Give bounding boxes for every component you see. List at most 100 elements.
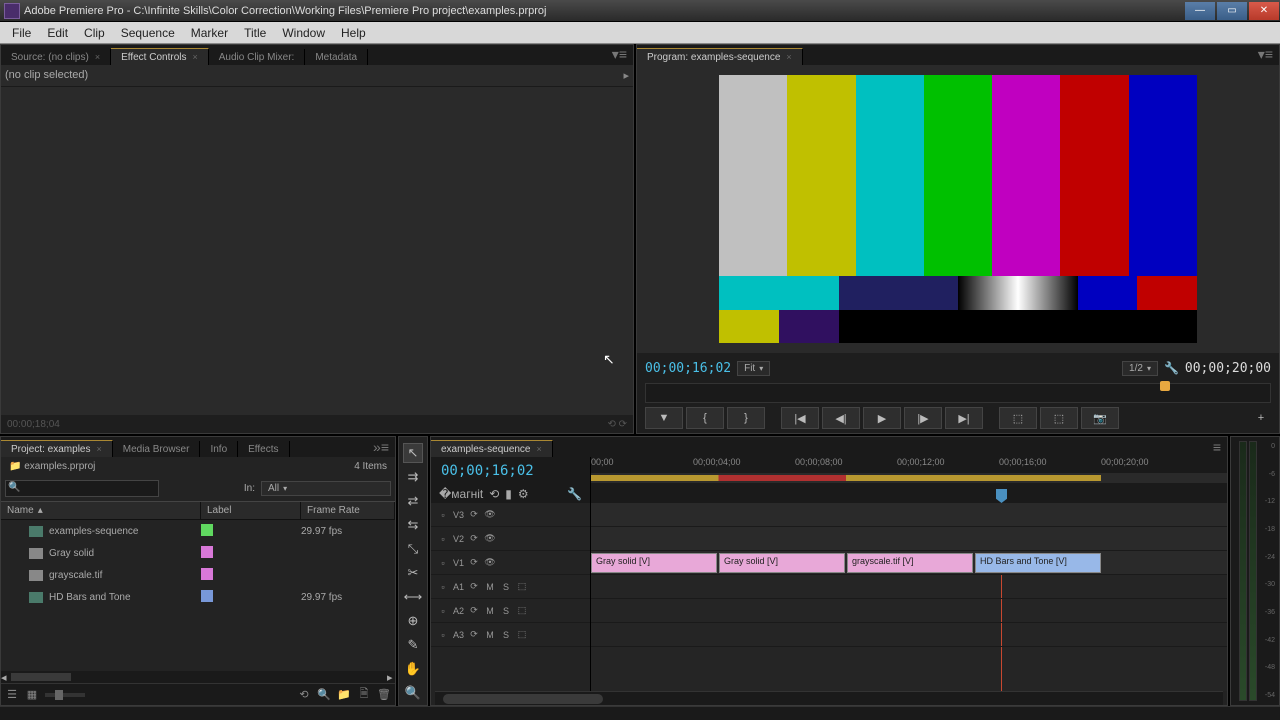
- label-swatch[interactable]: [201, 524, 213, 536]
- export-frame-button[interactable]: 📷: [1081, 407, 1119, 429]
- linked-selection-icon[interactable]: ⟲: [489, 487, 499, 501]
- maximize-button[interactable]: ▭: [1217, 2, 1247, 20]
- voice-over-icon[interactable]: ⬚: [516, 605, 528, 616]
- menu-file[interactable]: File: [4, 23, 39, 43]
- source-patch[interactable]: ▫: [437, 510, 449, 520]
- go-to-out-button[interactable]: ▶|: [945, 407, 983, 429]
- col-label[interactable]: Label: [201, 502, 301, 519]
- toggle-sync-lock[interactable]: ⟳: [468, 533, 480, 544]
- chevron-right-icon[interactable]: ▸: [623, 69, 629, 82]
- time-ruler[interactable]: 00;0000;00;04;0000;00;08;0000;00;12;0000…: [591, 457, 1227, 503]
- timeline-timecode[interactable]: 00;00;16;02: [431, 457, 590, 485]
- toggle-sync-lock[interactable]: ⟳: [468, 509, 480, 520]
- mark-in-button[interactable]: {: [686, 407, 724, 429]
- close-icon[interactable]: ×: [786, 52, 791, 62]
- tab-audio-mixer[interactable]: Audio Clip Mixer:: [209, 49, 306, 65]
- menu-clip[interactable]: Clip: [76, 23, 113, 43]
- panel-menu-icon[interactable]: ▾≡: [606, 44, 633, 65]
- delete-icon[interactable]: 🗑: [377, 688, 391, 702]
- search-in-dropdown[interactable]: All: [261, 481, 391, 496]
- toggle-output[interactable]: 👁: [484, 533, 496, 544]
- toggle-sync-lock[interactable]: ⟳: [468, 557, 480, 568]
- timeline-clip[interactable]: HD Bars and Tone [V]: [975, 553, 1101, 573]
- program-monitor[interactable]: [637, 65, 1279, 353]
- voice-over-icon[interactable]: ⬚: [516, 629, 528, 640]
- search-input[interactable]: [5, 480, 159, 497]
- audio-track-header[interactable]: ▫A3⟳MS⬚: [431, 623, 590, 647]
- new-item-icon[interactable]: 🗎: [357, 688, 371, 702]
- tab-info[interactable]: Info: [200, 441, 238, 457]
- menu-sequence[interactable]: Sequence: [113, 23, 183, 43]
- new-bin-icon[interactable]: 📁: [337, 688, 351, 702]
- mark-out-button[interactable]: }: [727, 407, 765, 429]
- wrench-icon[interactable]: 🔧: [567, 487, 582, 501]
- source-patch[interactable]: ▫: [437, 630, 449, 640]
- razor-tool[interactable]: ✂: [403, 563, 423, 583]
- audio-track-lane[interactable]: [591, 575, 1227, 599]
- source-patch[interactable]: ▫: [437, 558, 449, 568]
- rate-stretch-tool[interactable]: ⤡: [403, 539, 423, 559]
- program-time-ruler[interactable]: [645, 383, 1271, 403]
- playhead-marker[interactable]: [1160, 381, 1170, 391]
- slip-tool[interactable]: ⟷: [403, 587, 423, 607]
- zoom-dropdown[interactable]: 1/2: [1122, 361, 1158, 376]
- toggle-sync-lock[interactable]: ⟳: [468, 629, 480, 640]
- mute-button[interactable]: M: [484, 606, 496, 616]
- settings-icon[interactable]: ⚙: [518, 487, 529, 501]
- timeline-clip[interactable]: Gray solid [V]: [719, 553, 845, 573]
- step-forward-button[interactable]: |▶: [904, 407, 942, 429]
- track-lanes[interactable]: Gray solid [V]Gray solid [V]grayscale.ti…: [591, 503, 1227, 691]
- tab-program[interactable]: Program: examples-sequence×: [637, 48, 803, 65]
- footer-icons[interactable]: ⟲ ⟳: [607, 419, 627, 430]
- video-track-lane[interactable]: [591, 527, 1227, 551]
- list-item[interactable]: Gray solid: [1, 542, 395, 564]
- menu-window[interactable]: Window: [274, 23, 333, 43]
- solo-button[interactable]: S: [500, 582, 512, 592]
- close-icon[interactable]: ×: [95, 52, 100, 62]
- menu-edit[interactable]: Edit: [39, 23, 76, 43]
- label-swatch[interactable]: [201, 568, 213, 580]
- voice-over-icon[interactable]: ⬚: [516, 581, 528, 592]
- source-patch[interactable]: ▫: [437, 606, 449, 616]
- lift-button[interactable]: ⬚: [999, 407, 1037, 429]
- list-item[interactable]: HD Bars and Tone29.97 fps: [1, 586, 395, 608]
- track-select-tool[interactable]: ⇉: [403, 467, 423, 487]
- icon-view-icon[interactable]: ▦: [25, 688, 39, 702]
- panel-menu-icon[interactable]: ≡: [1207, 437, 1227, 457]
- close-icon[interactable]: ×: [192, 52, 197, 62]
- marker-icon[interactable]: ▮: [505, 487, 512, 501]
- find-icon[interactable]: 🔍: [317, 688, 331, 702]
- mute-button[interactable]: M: [484, 582, 496, 592]
- menu-help[interactable]: Help: [333, 23, 374, 43]
- ripple-edit-tool[interactable]: ⇄: [403, 491, 423, 511]
- list-item[interactable]: examples-sequence29.97 fps: [1, 520, 395, 542]
- list-item[interactable]: grayscale.tif: [1, 564, 395, 586]
- label-swatch[interactable]: [201, 546, 213, 558]
- mark-in-button[interactable]: ▼: [645, 407, 683, 429]
- tab-sequence[interactable]: examples-sequence×: [431, 440, 553, 457]
- col-name[interactable]: Name ▴: [1, 502, 201, 519]
- settings-icon[interactable]: 🔧: [1164, 361, 1179, 375]
- menu-title[interactable]: Title: [236, 23, 274, 43]
- tab-effect-controls[interactable]: Effect Controls×: [111, 48, 209, 65]
- fit-dropdown[interactable]: Fit: [737, 361, 770, 376]
- source-patch[interactable]: ▫: [437, 534, 449, 544]
- work-area-bar[interactable]: [591, 475, 1101, 481]
- timeline-clip[interactable]: grayscale.tif [V]: [847, 553, 973, 573]
- list-view-icon[interactable]: ☰: [5, 688, 19, 702]
- video-track-header[interactable]: ▫V2⟳👁: [431, 527, 590, 551]
- audio-track-lane[interactable]: [591, 623, 1227, 647]
- tab-source[interactable]: Source: (no clips)×: [1, 49, 111, 65]
- solo-button[interactable]: S: [500, 630, 512, 640]
- video-track-header[interactable]: ▫V1⟳👁: [431, 551, 590, 575]
- tab-media-browser[interactable]: Media Browser: [113, 441, 201, 457]
- selection-tool[interactable]: ↖: [403, 443, 423, 463]
- extract-button[interactable]: ⬚: [1040, 407, 1078, 429]
- slide-tool[interactable]: ⊕: [403, 611, 423, 631]
- toggle-output[interactable]: 👁: [484, 557, 496, 568]
- tab-effects[interactable]: Effects: [238, 441, 289, 457]
- solo-button[interactable]: S: [500, 606, 512, 616]
- rolling-edit-tool[interactable]: ⇆: [403, 515, 423, 535]
- tab-project[interactable]: Project: examples×: [1, 440, 113, 457]
- col-framerate[interactable]: Frame Rate: [301, 502, 395, 519]
